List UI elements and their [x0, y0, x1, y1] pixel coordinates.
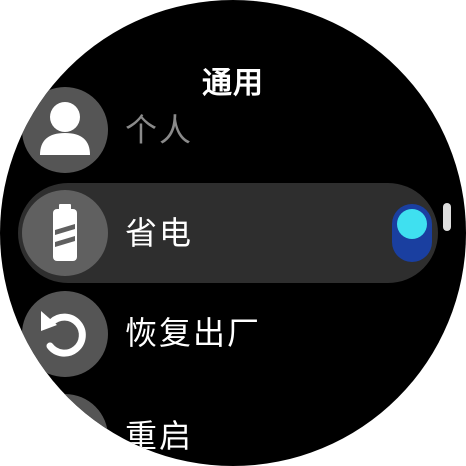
person-icon: [22, 87, 108, 173]
restart-icon: [22, 394, 108, 466]
power-saving-toggle[interactable]: [392, 204, 432, 262]
menu-item-personal[interactable]: 个人: [125, 110, 193, 150]
menu-item-restart[interactable]: 重启: [125, 416, 193, 456]
menu-item-power-saving-label: 省电: [125, 214, 194, 252]
restore-icon: [22, 291, 108, 377]
battery-icon: [22, 190, 108, 276]
toggle-knob: [397, 209, 427, 239]
menu-item-factory-reset[interactable]: 恢复出厂: [125, 313, 261, 353]
scrollbar[interactable]: [443, 203, 451, 231]
watch-screen: 通用 个人 省电 恢复出厂 重启: [0, 0, 466, 466]
